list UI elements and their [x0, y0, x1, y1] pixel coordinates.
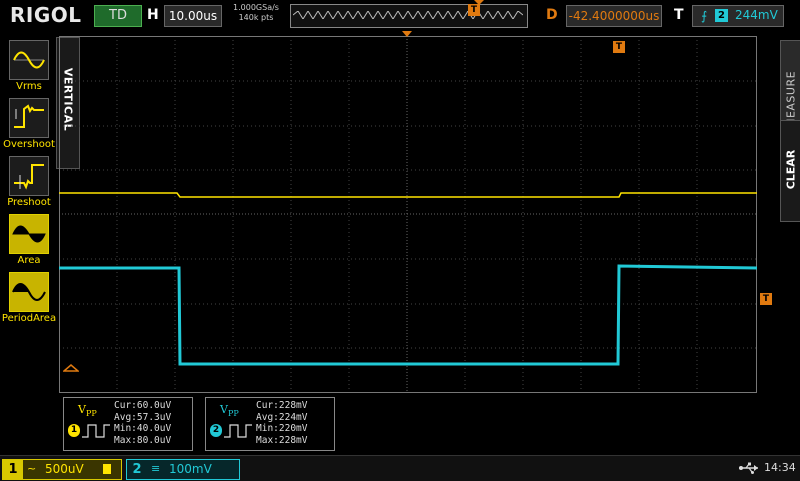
timebase-label: H	[147, 7, 159, 23]
memory-depth: 140k pts	[238, 13, 274, 22]
ch1-number: 1	[3, 460, 23, 479]
trigger-source-badge: 2	[715, 9, 728, 22]
ch2-avg: Avg:224mV	[256, 411, 308, 423]
ch1-measure-values: Cur:60.0uV Avg:57.3uV Min:40.0uV Max:80.…	[114, 400, 171, 446]
vrms-label: Vrms	[16, 81, 42, 92]
trigger-t-marker: T	[613, 41, 625, 53]
memory-trigger-marker: T	[468, 4, 480, 16]
waveform-display[interactable]	[59, 36, 757, 393]
delay-value[interactable]: -42.4000000us	[566, 5, 662, 27]
ch1-scale: 500uV	[45, 462, 84, 476]
brand-logo: RIGOL	[10, 3, 82, 27]
menu-item-overshoot[interactable]: Overshoot	[3, 98, 55, 156]
memory-overview-wave	[293, 11, 523, 19]
status-bar: RIGOL TD H 10.00us 1.000GSa/s 140k pts T…	[0, 0, 800, 31]
trigger-label: T	[674, 7, 684, 23]
usb-icon	[739, 462, 758, 474]
menu-item-area[interactable]: Area	[4, 214, 54, 272]
menu-item-period-area[interactable]: PeriodArea	[2, 272, 56, 330]
ch1-min: Min:40.0uV	[114, 423, 172, 434]
graticule-center-axes	[59, 36, 757, 393]
trigger-level: 244mV	[735, 8, 778, 22]
memory-waveform-overview[interactable]	[290, 4, 528, 28]
menu-item-preshoot[interactable]: Preshoot	[4, 156, 54, 214]
ch2-min: Min:220mV	[256, 423, 308, 434]
ac-coupling-icon: ~	[27, 462, 37, 475]
bandwidth-limit-icon	[103, 464, 111, 474]
ch2-trace	[59, 264, 757, 366]
trigger-settings[interactable]: ⨍ 2 244mV	[692, 5, 784, 27]
ch2-measurement-panel[interactable]: VPP 2 Cur:228mV Avg:224mV Min:220mV Max:…	[205, 397, 335, 451]
ch2-scale: 100mV	[169, 462, 212, 476]
vrms-icon	[9, 40, 49, 80]
overshoot-icon	[9, 98, 49, 138]
trigger-level-marker[interactable]: T	[760, 293, 772, 305]
period-area-icon	[9, 272, 49, 312]
ch2-max: Max:228mV	[256, 434, 308, 446]
ch2-measure-param: VPP	[220, 403, 239, 419]
ch1-cur: Cur:60.0uV	[114, 400, 172, 411]
preshoot-icon	[9, 156, 49, 196]
ch1-measure-param: VPP	[78, 403, 97, 419]
clear-tab-label: CLEAR	[784, 149, 798, 190]
pulse-icon	[82, 424, 110, 438]
delay-label: D	[546, 7, 558, 23]
pulse-icon	[224, 424, 252, 438]
ch1-max: Max:80.0uV	[114, 434, 172, 446]
dc-coupling-icon: ≡	[151, 462, 161, 475]
ch2-number: 2	[127, 460, 147, 479]
ch2-measure-badge: 2	[210, 424, 222, 437]
period-area-label: PeriodArea	[1, 313, 57, 324]
timebase-value[interactable]: 10.00us	[164, 5, 222, 27]
ch2-measure-values: Cur:228mV Avg:224mV Min:220mV Max:228mV	[256, 400, 307, 446]
overshoot-label: Overshoot	[3, 139, 55, 150]
rising-edge-icon: ⨍	[701, 9, 708, 23]
ch1-avg: Avg:57.3uV	[114, 411, 172, 423]
area-icon	[9, 214, 49, 254]
clear-tab[interactable]: CLEAR	[780, 120, 800, 222]
ch1-settings[interactable]: 1 ~ 500uV	[2, 459, 122, 480]
ch1-measure-badge: 1	[68, 424, 80, 437]
preshoot-label: Preshoot	[7, 197, 51, 208]
sample-rate: 1.000GSa/s	[233, 3, 279, 12]
channel-bar: 1 ~ 500uV 2 ≡ 100mV 14:34	[0, 455, 800, 481]
menu-item-vrms[interactable]: Vrms	[4, 40, 54, 98]
sample-rate-readout: 1.000GSa/s 140k pts	[228, 3, 284, 23]
ch2-cur: Cur:228mV	[256, 400, 308, 411]
clock: 14:34	[764, 461, 796, 474]
ch2-settings[interactable]: 2 ≡ 100mV	[126, 459, 240, 480]
area-label: Area	[17, 255, 41, 266]
run-status-badge[interactable]: TD	[94, 5, 142, 27]
ch1-trace	[59, 192, 757, 198]
ch1-measurement-panel[interactable]: VPP 1 Cur:60.0uV Avg:57.3uV Min:40.0uV M…	[63, 397, 193, 451]
trigger-position-marker	[402, 31, 412, 37]
ch1-offset-marker[interactable]	[63, 362, 79, 374]
